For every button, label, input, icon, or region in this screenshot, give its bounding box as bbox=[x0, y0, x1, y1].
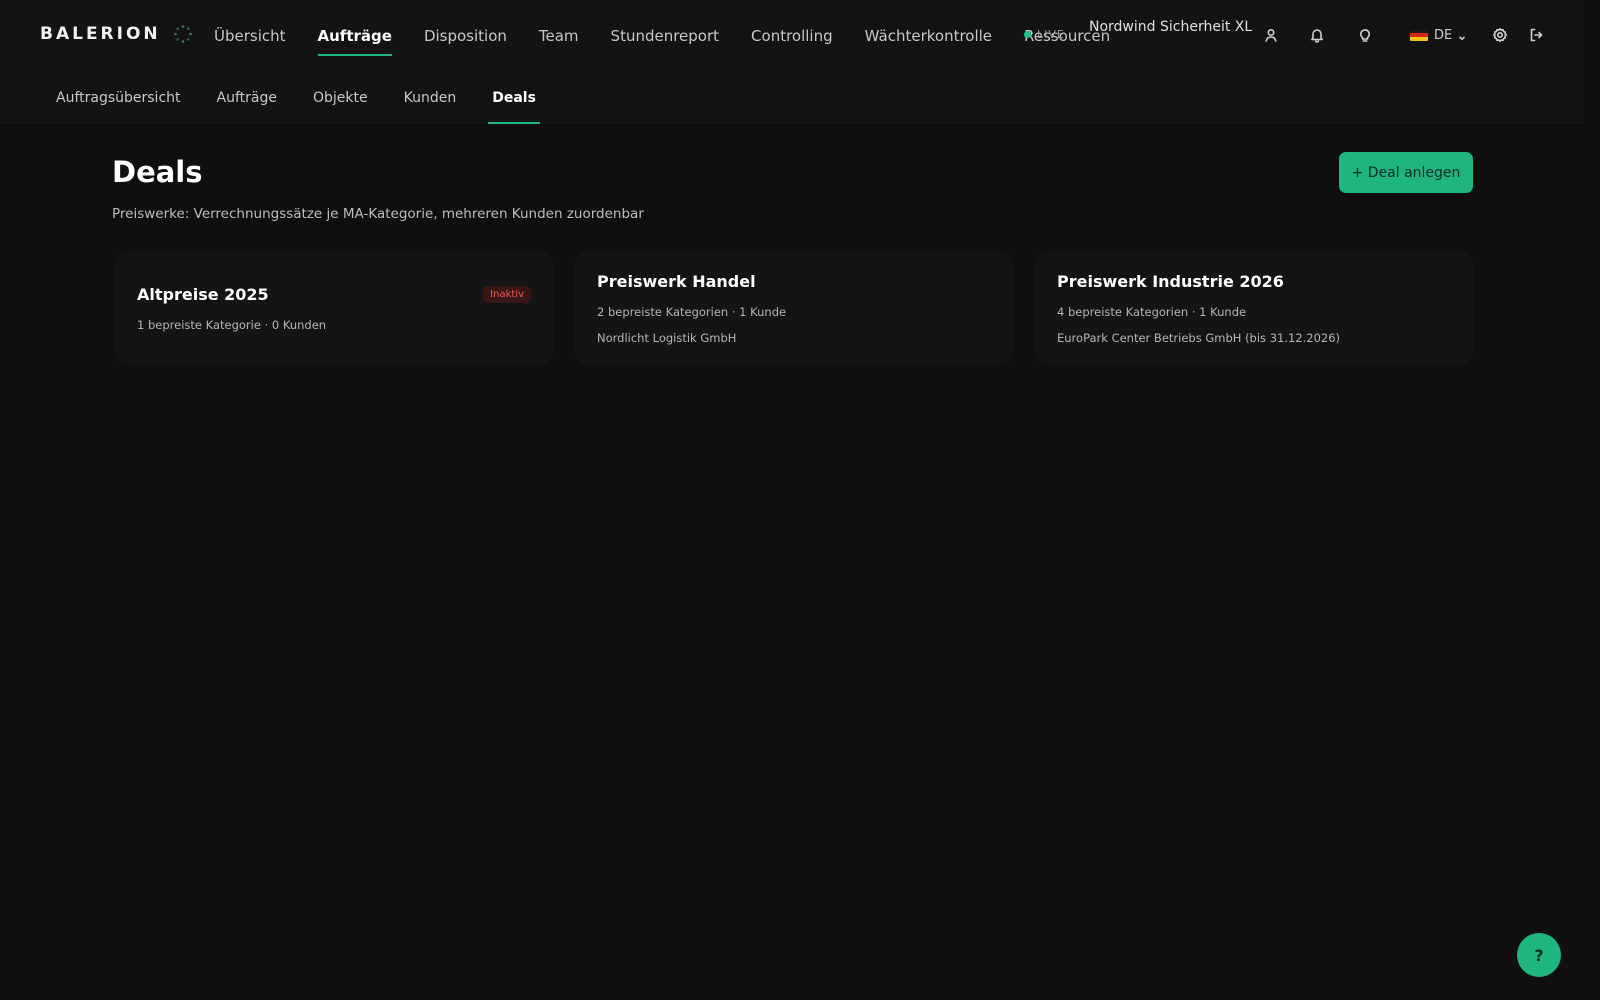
nav-item-stundenreport[interactable]: Stundenreport bbox=[611, 0, 720, 72]
page-subtitle: Preiswerke: Verrechnungssätze je MA-Kate… bbox=[112, 206, 644, 222]
language-selector[interactable]: DE bbox=[1410, 24, 1466, 46]
sub-navigation-bar: Auftragsübersicht Aufträge Objekte Kunde… bbox=[0, 72, 1584, 124]
nav-item-team[interactable]: Team bbox=[539, 0, 579, 72]
language-code: DE bbox=[1434, 27, 1453, 43]
logout-icon bbox=[1530, 28, 1543, 42]
tab-auftragsuebersicht[interactable]: Auftragsübersicht bbox=[56, 72, 181, 124]
loading-dots-icon bbox=[173, 25, 192, 43]
main-navigation: Übersicht Aufträge Disposition Team Stun… bbox=[214, 0, 1110, 72]
settings-button[interactable] bbox=[1489, 24, 1511, 46]
user-profile-button[interactable] bbox=[1260, 24, 1282, 46]
lightbulb-icon bbox=[1360, 29, 1370, 42]
chevron-down-icon bbox=[1458, 31, 1466, 41]
nav-item-controlling[interactable]: Controlling bbox=[751, 0, 833, 72]
live-indicator: LIVE bbox=[1024, 28, 1065, 41]
tab-kunden[interactable]: Kunden bbox=[404, 72, 457, 124]
tips-button[interactable] bbox=[1354, 24, 1376, 46]
tab-objekte[interactable]: Objekte bbox=[313, 72, 368, 124]
brand-logo[interactable]: BALERION bbox=[40, 24, 193, 44]
user-icon bbox=[1265, 28, 1277, 42]
nav-item-uebersicht[interactable]: Übersicht bbox=[214, 0, 286, 72]
deal-meta: 1 bepreiste Kategorie · 0 Kunden bbox=[137, 318, 327, 332]
deal-card[interactable]: Altpreise 2025 1 bepreiste Kategorie · 0… bbox=[115, 252, 553, 364]
live-status-dot bbox=[1024, 31, 1031, 38]
top-navigation-bar: BALERION Übersicht Aufträge Disposition … bbox=[0, 0, 1584, 72]
german-flag-icon bbox=[1410, 29, 1428, 41]
deal-client: EuroPark Center Betriebs GmbH (bis 31.12… bbox=[1057, 331, 1341, 345]
add-deal-button[interactable]: + Deal anlegen bbox=[1339, 152, 1473, 193]
notifications-button[interactable] bbox=[1306, 24, 1328, 46]
settings-icon bbox=[1493, 28, 1508, 42]
deal-card[interactable]: Preiswerk Industrie 2026 4 bepreiste Kat… bbox=[1035, 252, 1473, 364]
page-title: Deals bbox=[112, 155, 203, 189]
status-badge: Inaktiv bbox=[483, 286, 531, 303]
tab-auftraege[interactable]: Aufträge bbox=[217, 72, 277, 124]
nav-item-auftraege[interactable]: Aufträge bbox=[317, 0, 393, 72]
bell-icon bbox=[1311, 29, 1323, 43]
deal-card[interactable]: Preiswerk Handel 2 bepreiste Kategorien … bbox=[575, 252, 1013, 364]
nav-item-disposition[interactable]: Disposition bbox=[424, 0, 507, 72]
deal-meta: 2 bepreiste Kategorien · 1 Kunde bbox=[597, 305, 787, 319]
brand-name: BALERION bbox=[40, 24, 161, 44]
help-button[interactable]: ? bbox=[1517, 933, 1561, 977]
company-name[interactable]: Nordwind Sicherheit XL bbox=[1089, 19, 1252, 35]
deal-card-list: Altpreise 2025 1 bepreiste Kategorie · 0… bbox=[115, 252, 1473, 364]
deal-title: Preiswerk Handel bbox=[597, 272, 756, 291]
tab-deals[interactable]: Deals bbox=[488, 72, 540, 124]
logout-button[interactable] bbox=[1525, 24, 1547, 46]
live-label: LIVE bbox=[1037, 28, 1065, 41]
sub-navigation: Auftragsübersicht Aufträge Objekte Kunde… bbox=[56, 72, 572, 124]
deal-title: Preiswerk Industrie 2026 bbox=[1057, 272, 1284, 291]
nav-item-waechterkontrolle[interactable]: Wächterkontrolle bbox=[865, 0, 992, 72]
deal-client: Nordlicht Logistik GmbH bbox=[597, 331, 737, 345]
deal-meta: 4 bepreiste Kategorien · 1 Kunde bbox=[1057, 305, 1247, 319]
deal-title: Altpreise 2025 bbox=[137, 285, 269, 304]
